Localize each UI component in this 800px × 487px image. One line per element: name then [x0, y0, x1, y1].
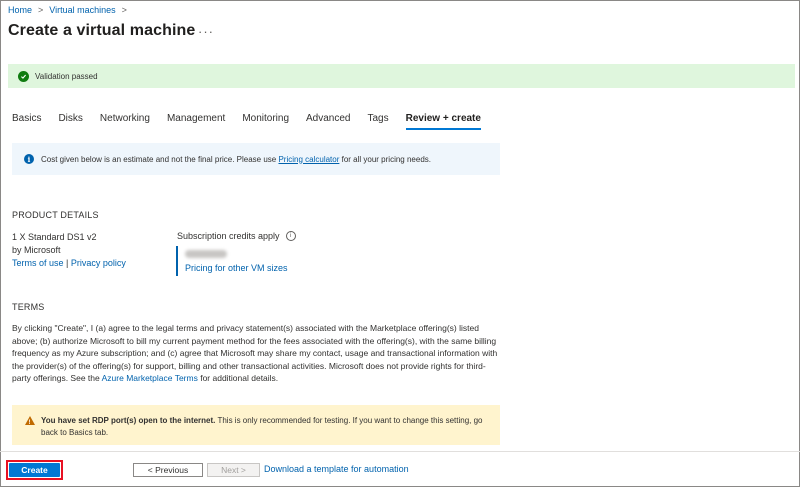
terms-heading: TERMS — [12, 302, 45, 312]
warning-text: You have set RDP port(s) open to the int… — [41, 415, 496, 439]
page-title: Create a virtual machine — [8, 22, 196, 39]
more-options-button[interactable]: ··· — [198, 24, 214, 39]
tab-networking[interactable]: Networking — [100, 113, 150, 130]
tab-management[interactable]: Management — [167, 113, 225, 130]
breadcrumb-separator: > — [121, 5, 127, 15]
info-text-post: for all your pricing needs. — [339, 154, 431, 164]
warning-icon — [25, 416, 35, 429]
subscription-credits-label: Subscription credits apply — [177, 231, 280, 241]
check-circle-icon — [18, 70, 29, 82]
product-summary: 1 X Standard DS1 v2 by Microsoft Terms o… — [12, 231, 126, 270]
terms-of-use-link[interactable]: Terms of use — [12, 258, 64, 268]
tab-monitoring[interactable]: Monitoring — [242, 113, 289, 130]
terms-tail: for additional details. — [197, 373, 279, 383]
tab-advanced[interactable]: Advanced — [306, 113, 350, 130]
validation-text: Validation passed — [35, 71, 98, 81]
product-publisher: by Microsoft — [12, 245, 61, 255]
tab-tags[interactable]: Tags — [368, 113, 389, 130]
pricing-calculator-link[interactable]: Pricing calculator — [278, 155, 339, 164]
product-details-heading: PRODUCT DETAILS — [12, 210, 99, 220]
previous-button[interactable]: < Previous — [133, 463, 203, 477]
tab-bar: Basics Disks Networking Management Monit… — [12, 113, 498, 130]
breadcrumb-separator: > — [38, 5, 44, 15]
pricing-other-vm-sizes-link[interactable]: Pricing for other VM sizes — [185, 263, 288, 273]
info-tooltip-icon[interactable]: i — [285, 231, 296, 241]
breadcrumb-virtual-machines[interactable]: Virtual machines — [49, 5, 115, 15]
create-button[interactable]: Create — [9, 463, 60, 477]
info-icon: i — [24, 154, 34, 164]
link-divider: | — [63, 258, 71, 268]
warning-title: You have set RDP port(s) open to the int… — [41, 416, 216, 425]
footer-divider — [0, 451, 800, 452]
breadcrumb-home[interactable]: Home — [8, 5, 32, 15]
download-template-link[interactable]: Download a template for automation — [264, 464, 409, 474]
next-button[interactable]: Next > — [207, 463, 260, 477]
privacy-policy-link[interactable]: Privacy policy — [71, 258, 126, 268]
azure-marketplace-terms-link[interactable]: Azure Marketplace Terms — [102, 373, 198, 383]
tab-review-create[interactable]: Review + create — [405, 113, 481, 130]
pricing-summary: Subscription credits apply i — [177, 231, 296, 241]
tab-basics[interactable]: Basics — [12, 113, 41, 130]
terms-body: By clicking "Create", I (a) agree to the… — [12, 322, 500, 385]
info-banner: i Cost given below is an estimate and no… — [12, 143, 500, 175]
info-text-pre: Cost given below is an estimate and not … — [41, 154, 279, 164]
product-name: 1 X Standard DS1 v2 — [12, 232, 97, 242]
breadcrumb: Home > Virtual machines > — [8, 5, 133, 15]
tab-disks[interactable]: Disks — [58, 113, 82, 130]
info-text: Cost given below is an estimate and not … — [41, 155, 431, 164]
validation-banner: Validation passed — [8, 64, 795, 88]
redacted-price — [185, 250, 227, 258]
warning-banner: You have set RDP port(s) open to the int… — [12, 405, 500, 445]
price-box: Pricing for other VM sizes — [176, 246, 288, 276]
